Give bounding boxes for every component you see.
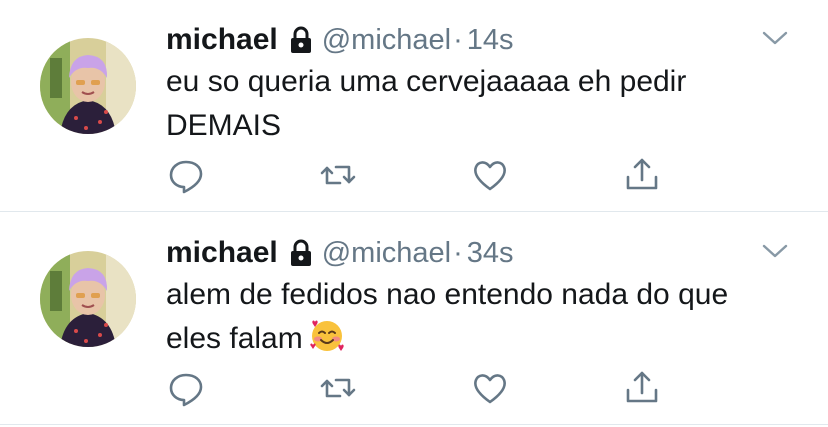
separator-dot: · bbox=[453, 236, 463, 269]
timestamp[interactable]: 14s bbox=[467, 24, 514, 57]
separator-dot: · bbox=[453, 23, 463, 56]
chevron-down-icon[interactable] bbox=[762, 243, 788, 259]
share-icon[interactable] bbox=[622, 155, 662, 195]
timestamp[interactable]: 34s bbox=[467, 237, 514, 270]
user-handle[interactable]: @michael bbox=[322, 237, 451, 270]
tweet-actions bbox=[166, 368, 666, 408]
avatar[interactable] bbox=[40, 38, 136, 134]
user-handle[interactable]: @michael bbox=[322, 24, 451, 57]
lock-icon bbox=[288, 25, 314, 55]
lock-icon bbox=[288, 238, 314, 268]
share-icon[interactable] bbox=[622, 368, 662, 408]
retweet-icon[interactable] bbox=[318, 155, 358, 195]
tweet-header: michael @michael · 34s bbox=[166, 235, 514, 271]
tweet-text: alem de fedidos nao entendo nada do que … bbox=[166, 273, 786, 361]
chevron-down-icon[interactable] bbox=[762, 30, 788, 46]
tweet-1[interactable]: michael @michael · 14s eu so queria uma … bbox=[0, 0, 828, 212]
retweet-icon[interactable] bbox=[318, 368, 358, 408]
tweet-text: eu so queria uma cervejaaaaa eh pedir DE… bbox=[166, 65, 687, 142]
tweet-text-content: alem de fedidos nao entendo nada do que … bbox=[166, 278, 729, 355]
smiling-face-with-hearts-icon bbox=[309, 318, 345, 354]
reply-icon[interactable] bbox=[166, 368, 206, 408]
display-name[interactable]: michael bbox=[166, 236, 278, 270]
like-icon[interactable] bbox=[470, 155, 510, 195]
avatar[interactable] bbox=[40, 251, 136, 347]
tweet-2[interactable]: michael @michael · 34s alem de fedidos n… bbox=[0, 213, 828, 425]
display-name[interactable]: michael bbox=[166, 23, 278, 57]
tweet-header: michael @michael · 14s bbox=[166, 22, 514, 58]
tweet-actions bbox=[166, 155, 666, 195]
reply-icon[interactable] bbox=[166, 155, 206, 195]
like-icon[interactable] bbox=[470, 368, 510, 408]
